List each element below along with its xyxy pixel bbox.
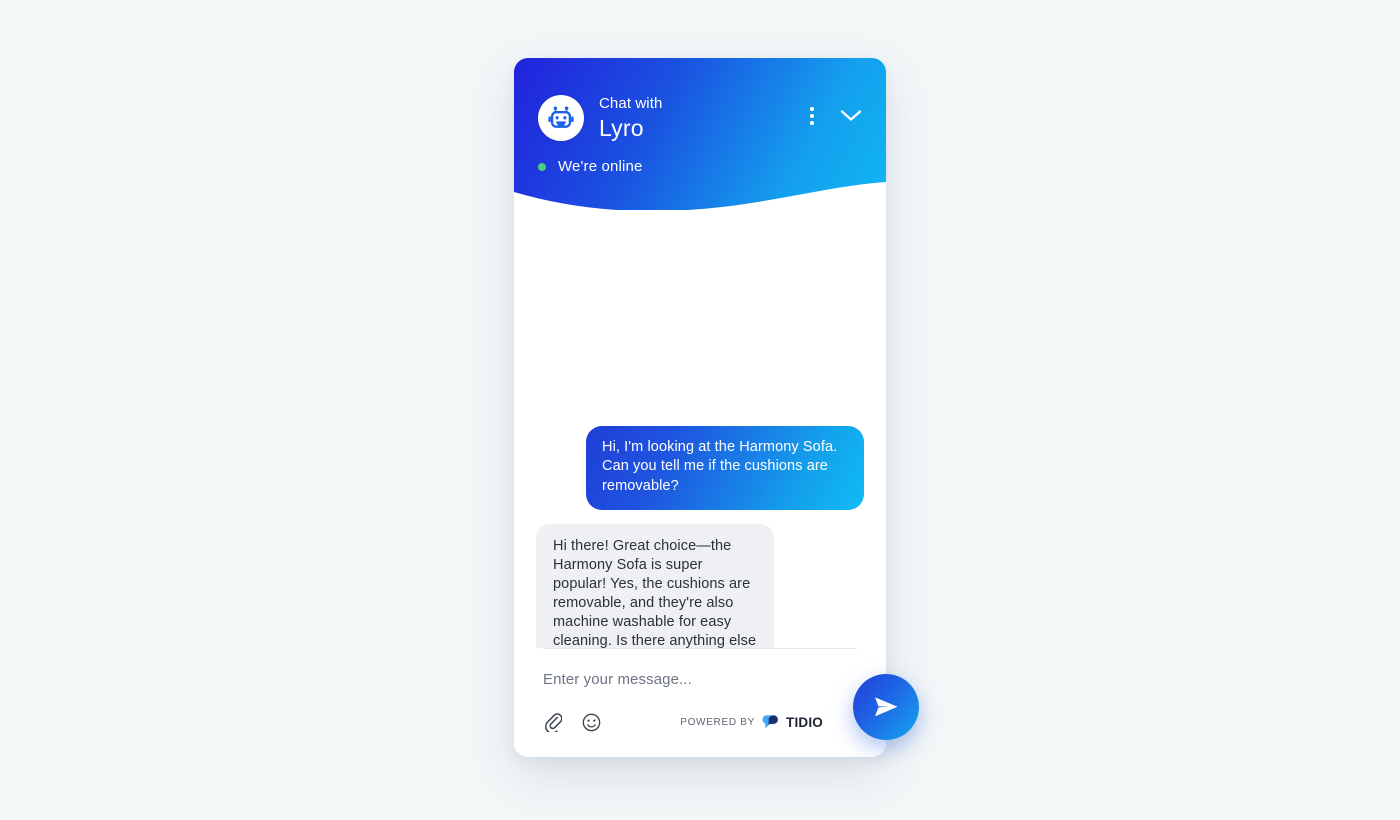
- status-label: We're online: [558, 158, 643, 175]
- chat-header-actions: [808, 105, 864, 131]
- message-input[interactable]: [543, 671, 833, 688]
- composer-tools: [543, 711, 603, 734]
- powered-by-tidio[interactable]: POWERED BY TIDIO: [680, 714, 857, 730]
- chat-header-main: Chat with Lyro: [514, 58, 886, 152]
- header-wave-divider: [514, 182, 886, 210]
- chat-widget: Chat with Lyro We're online Hi, I'm look…: [514, 58, 886, 757]
- chat-header-title: Lyro: [599, 115, 644, 141]
- composer-divider: [514, 648, 886, 649]
- status-dot-icon: [538, 162, 546, 171]
- composer-toolbar: POWERED BY TIDIO: [514, 705, 886, 739]
- tidio-brand-name: TIDIO: [786, 714, 823, 730]
- send-button[interactable]: [853, 674, 919, 740]
- user-message-bubble: Hi, I'm looking at the Harmony Sofa. Can…: [586, 425, 864, 510]
- send-paper-plane-icon: [875, 697, 898, 717]
- tidio-logo-icon: [762, 714, 779, 730]
- message-composer: POWERED BY TIDIO: [514, 648, 886, 757]
- robot-avatar-icon: [538, 95, 584, 141]
- chevron-down-icon[interactable]: [838, 107, 864, 125]
- message-list[interactable]: Hi, I'm looking at the Harmony Sofa. Can…: [514, 210, 886, 706]
- online-status: We're online: [514, 152, 886, 175]
- chat-header: Chat with Lyro We're online: [514, 58, 886, 210]
- paperclip-icon[interactable]: [543, 711, 564, 734]
- smiley-icon[interactable]: [580, 711, 603, 734]
- more-vertical-icon[interactable]: [808, 105, 816, 127]
- powered-by-label: POWERED BY: [680, 716, 755, 728]
- chat-header-titles: Chat with Lyro: [599, 94, 808, 142]
- message-row-user: Hi, I'm looking at the Harmony Sofa. Can…: [536, 425, 864, 510]
- chat-header-eyebrow: Chat with: [599, 95, 663, 112]
